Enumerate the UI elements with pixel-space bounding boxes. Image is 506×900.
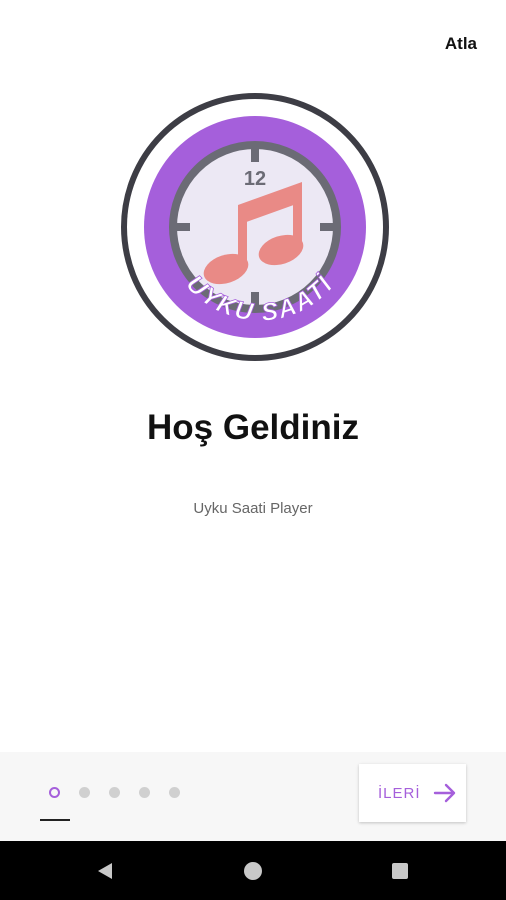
clock-tick-top [251,144,259,162]
page-dot-2[interactable] [79,787,90,798]
skip-button[interactable]: Atla [445,34,477,54]
next-button[interactable]: İLERİ [359,764,466,822]
system-navigation-bar [0,841,506,900]
recents-square-icon[interactable] [389,860,411,882]
welcome-title: Hoş Geldiniz [147,408,359,447]
home-circle-icon[interactable] [242,860,264,882]
page-dot-5[interactable] [169,787,180,798]
clock-tick-right [320,223,338,231]
app-logo: 12 UYKU SAATİ [121,93,389,361]
clock-tick-left [172,223,190,231]
next-button-label: İLERİ [378,784,421,802]
arrow-right-icon [433,783,456,803]
page-dot-4[interactable] [139,787,150,798]
welcome-subtitle: Uyku Saati Player [193,500,313,517]
active-page-underline [40,819,70,821]
back-triangle-icon[interactable] [94,860,116,882]
page-dot-1[interactable] [49,787,60,798]
clock-number: 12 [244,168,266,190]
onboarding-bottom-bar: İLERİ [0,752,506,841]
page-dot-3[interactable] [109,787,120,798]
